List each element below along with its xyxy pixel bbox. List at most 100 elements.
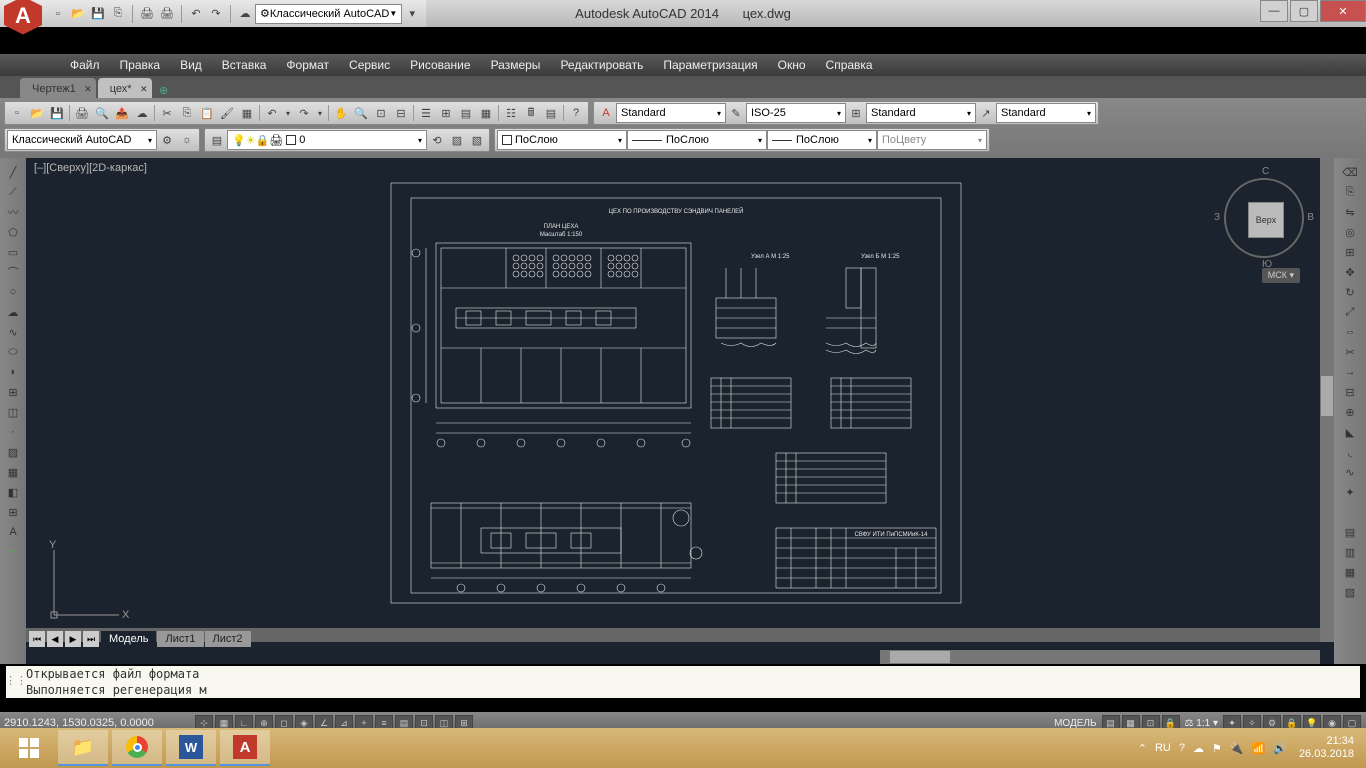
- redo-icon[interactable]: ↷: [208, 6, 224, 22]
- cloud-icon[interactable]: ☁: [237, 6, 253, 22]
- undo-icon[interactable]: ↶: [263, 104, 281, 122]
- layer-dropdown[interactable]: 💡 ☀ 🔒 🖨 0▾: [227, 130, 427, 150]
- layout-next-icon[interactable]: ▶: [65, 631, 81, 647]
- layer-iso-icon[interactable]: ▧: [468, 131, 486, 149]
- cmd-handle-icon[interactable]: ⋮⋮: [8, 672, 24, 688]
- color-dropdown[interactable]: ПоСлою▾: [497, 130, 627, 150]
- viewcube-face[interactable]: Верх: [1248, 202, 1284, 238]
- copy-icon[interactable]: ⎘: [1340, 183, 1360, 201]
- zoom-icon[interactable]: 🔍: [352, 104, 370, 122]
- table-style-dropdown[interactable]: Standard▾: [866, 103, 976, 123]
- saveas-icon[interactable]: ⎘: [110, 6, 126, 22]
- new-tab-icon[interactable]: ⊕: [156, 82, 172, 98]
- match-icon[interactable]: 🖌: [218, 104, 236, 122]
- wcs-label[interactable]: МСК ▾: [1262, 268, 1300, 283]
- close-icon[interactable]: ✕: [140, 84, 148, 95]
- task-explorer[interactable]: 📁: [58, 730, 108, 766]
- model-space-button[interactable]: МОДЕЛЬ: [1050, 718, 1100, 729]
- open-icon[interactable]: 📂: [28, 104, 46, 122]
- erase-icon[interactable]: ⌫: [1340, 163, 1360, 181]
- viewcube-west[interactable]: З: [1214, 212, 1220, 223]
- plot-icon[interactable]: 🖨: [73, 104, 91, 122]
- lang-indicator[interactable]: RU: [1155, 742, 1171, 754]
- app-menu-button[interactable]: A: [4, 0, 42, 35]
- drawing-canvas[interactable]: [–][Сверху][2D-каркас] Верх С Ю В З МСК …: [26, 158, 1334, 664]
- layer-tool-icon[interactable]: ▤: [542, 104, 560, 122]
- ellipse-icon[interactable]: ⬭: [3, 343, 23, 361]
- markup-icon[interactable]: ☷: [502, 104, 520, 122]
- hatch-icon[interactable]: ▨: [3, 443, 23, 461]
- blend-icon[interactable]: ∿: [1340, 463, 1360, 481]
- plot-icon[interactable]: 🖨: [139, 6, 155, 22]
- pan-icon[interactable]: ✋: [332, 104, 350, 122]
- menu-tools[interactable]: Сервис: [339, 58, 400, 72]
- draworder3-icon[interactable]: ▦: [1340, 563, 1360, 581]
- zoom-prev-icon[interactable]: ⊟: [392, 104, 410, 122]
- layout-tab[interactable]: Лист1: [157, 631, 203, 647]
- draworder2-icon[interactable]: ▥: [1340, 543, 1360, 561]
- mleader-style-icon[interactable]: ↗: [977, 104, 995, 122]
- viewcube-east[interactable]: В: [1307, 212, 1314, 223]
- menu-edit[interactable]: Правка: [110, 58, 171, 72]
- qat-more-icon[interactable]: ▾: [404, 6, 420, 22]
- addselected-icon[interactable]: +: [3, 543, 23, 561]
- save-icon[interactable]: 💾: [90, 6, 106, 22]
- power-icon[interactable]: 🔌: [1230, 742, 1244, 755]
- block-icon[interactable]: ◫: [3, 403, 23, 421]
- tool-palette-icon[interactable]: ▤: [457, 104, 475, 122]
- dim-style-icon[interactable]: ✎: [727, 104, 745, 122]
- explode-icon[interactable]: ✦: [1340, 483, 1360, 501]
- copy-icon[interactable]: ⎘: [178, 104, 196, 122]
- draworder-icon[interactable]: ▤: [1340, 523, 1360, 541]
- text-style-icon[interactable]: A: [597, 104, 615, 122]
- polygon-icon[interactable]: ⬠: [3, 223, 23, 241]
- close-button[interactable]: ✕: [1320, 0, 1366, 22]
- anno-scale-dropdown[interactable]: ⚖ 1:1 ▾: [1181, 718, 1222, 729]
- viewcube[interactable]: Верх С Ю В З: [1224, 178, 1304, 258]
- layout-tab-model[interactable]: Модель: [101, 631, 156, 647]
- lineweight-dropdown[interactable]: ПоСлою▾: [767, 130, 877, 150]
- plotstyle-dropdown[interactable]: ПоЦвету▾: [877, 130, 987, 150]
- menu-help[interactable]: Справка: [816, 58, 883, 72]
- doc-min-icon[interactable]: —: [1304, 57, 1320, 73]
- sheet-set-icon[interactable]: ▦: [477, 104, 495, 122]
- trim-icon[interactable]: ✂: [1340, 343, 1360, 361]
- design-center-icon[interactable]: ⊞: [437, 104, 455, 122]
- cloud-icon[interactable]: ☁: [1193, 742, 1204, 755]
- xline-icon[interactable]: ⟋: [3, 183, 23, 201]
- chamfer-icon[interactable]: ◣: [1340, 423, 1360, 441]
- file-tab[interactable]: цех*✕: [98, 78, 152, 98]
- maximize-button[interactable]: ▢: [1290, 0, 1318, 22]
- array-icon[interactable]: ⊞: [1340, 243, 1360, 261]
- gradient-icon[interactable]: ▦: [3, 463, 23, 481]
- menu-parametric[interactable]: Параметризация: [653, 58, 767, 72]
- chevron-down-icon[interactable]: ▾: [283, 104, 293, 122]
- menu-view[interactable]: Вид: [170, 58, 212, 72]
- mtext-icon[interactable]: A: [3, 523, 23, 541]
- layout-tab[interactable]: Лист2: [205, 631, 251, 647]
- table-style-icon[interactable]: ⊞: [847, 104, 865, 122]
- menu-format[interactable]: Формат: [276, 58, 339, 72]
- circle-icon[interactable]: ○: [3, 283, 23, 301]
- doc-max-icon[interactable]: ▢: [1324, 57, 1340, 73]
- quickcalc-icon[interactable]: 🖩: [522, 104, 540, 122]
- properties-icon[interactable]: ☰: [417, 104, 435, 122]
- ellipse-arc-icon[interactable]: ◗: [3, 363, 23, 381]
- layer-prev-icon[interactable]: ⟲: [428, 131, 446, 149]
- chevron-down-icon[interactable]: ▾: [315, 104, 325, 122]
- rotate-icon[interactable]: ↻: [1340, 283, 1360, 301]
- task-autocad[interactable]: A: [220, 730, 270, 766]
- layout-first-icon[interactable]: ⏮: [29, 631, 45, 647]
- line-icon[interactable]: ╱: [3, 163, 23, 181]
- redo-icon[interactable]: ↷: [295, 104, 313, 122]
- view-label[interactable]: [–][Сверху][2D-каркас]: [34, 162, 147, 174]
- workspace-dropdown[interactable]: ⚙ Классический AutoCAD ▼: [255, 4, 402, 24]
- save-icon[interactable]: 💾: [48, 104, 66, 122]
- task-chrome[interactable]: [112, 730, 162, 766]
- spline-icon[interactable]: ∿: [3, 323, 23, 341]
- revcloud-icon[interactable]: ☁: [3, 303, 23, 321]
- menu-window[interactable]: Окно: [768, 58, 816, 72]
- workspace-combo[interactable]: Классический AutoCAD▾: [7, 130, 157, 150]
- offset-icon[interactable]: ◎: [1340, 223, 1360, 241]
- menu-draw[interactable]: Рисование: [400, 58, 480, 72]
